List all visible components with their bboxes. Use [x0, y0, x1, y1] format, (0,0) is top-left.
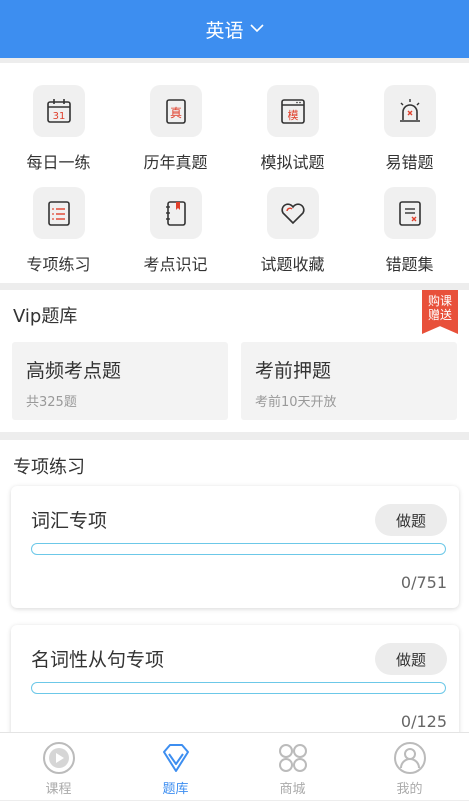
- grid-item-label: 试题收藏: [260, 255, 325, 274]
- progress-count: 0/751: [400, 573, 447, 592]
- progress-count: 0/125: [400, 712, 447, 731]
- grid-item-key-points[interactable]: 考点识记: [117, 187, 234, 275]
- promo-ribbon[interactable]: 购课 赠送: [422, 290, 458, 334]
- tab-question-bank[interactable]: 题库: [117, 733, 234, 801]
- user-icon: [390, 739, 430, 777]
- ribbon-line: 购课: [427, 294, 452, 308]
- practice-name: 词汇专项: [31, 510, 108, 532]
- vip-card-pre-exam[interactable]: 考前押题 考前10天开放: [241, 342, 457, 420]
- grid-circles-icon: [273, 739, 313, 777]
- grid-item-past-exams[interactable]: 真 历年真题: [117, 85, 234, 173]
- vip-card-subtitle: 考前10天开放: [255, 395, 337, 410]
- grid-item-special-practice[interactable]: 专项练习: [0, 187, 117, 275]
- tab-label: 商城: [279, 782, 306, 797]
- header: 英语: [0, 0, 469, 58]
- chevron-down-icon[interactable]: [249, 21, 264, 37]
- section-title: 专项练习: [13, 457, 85, 478]
- ribbon-line: 赠送: [427, 308, 452, 322]
- tab-courses[interactable]: 课程: [0, 733, 117, 801]
- grid-item-mock-exams[interactable]: 模 模拟试题: [234, 85, 351, 173]
- practice-name: 名词性从句专项: [31, 649, 165, 671]
- tab-label: 我的: [396, 782, 423, 797]
- notebook-icon: [149, 187, 202, 239]
- do-questions-button[interactable]: 做题: [375, 504, 447, 536]
- practice-card: 名词性从句专项 做题 0/125: [11, 625, 459, 732]
- bottom-tab-bar: 课程 题库 商城 我的: [0, 732, 469, 800]
- section-title: Vip题库: [13, 306, 78, 327]
- practice-card: 词汇专项 做题 0/751: [11, 486, 459, 608]
- vip-card-title: 考前押题: [255, 360, 332, 382]
- grid-item-label: 专项练习: [26, 255, 91, 274]
- vip-card-high-frequency[interactable]: 高频考点题 共325题: [12, 342, 228, 420]
- grid-item-label: 每日一练: [26, 153, 91, 172]
- function-grid: 31 每日一练 真 历年真题 模 模拟试题 易错题 专项练习 考点识记 试题收藏…: [0, 63, 469, 283]
- diamond-icon: [156, 739, 196, 777]
- alarm-icon: [383, 85, 436, 137]
- tab-label: 题库: [162, 782, 189, 797]
- mock-exam-icon: 模: [266, 85, 319, 137]
- tab-mine[interactable]: 我的: [351, 733, 468, 801]
- play-circle-icon: [39, 739, 79, 777]
- vip-card-title: 高频考点题: [26, 360, 122, 382]
- wrong-doc-icon: [383, 187, 436, 239]
- tab-store[interactable]: 商城: [234, 733, 351, 801]
- grid-item-label: 模拟试题: [260, 153, 325, 172]
- grid-item-label: 考点识记: [143, 255, 208, 274]
- svg-text:真: 真: [169, 106, 181, 120]
- calendar-icon: 31: [32, 85, 85, 137]
- subject-selector[interactable]: 英语: [205, 16, 243, 43]
- grid-item-label: 历年真题: [143, 153, 208, 172]
- svg-text:模: 模: [287, 109, 298, 122]
- svg-text:31: 31: [52, 111, 65, 122]
- progress-bar: [31, 682, 446, 694]
- grid-item-label: 错题集: [385, 255, 434, 274]
- exam-paper-icon: 真: [149, 85, 202, 137]
- grid-item-error-prone[interactable]: 易错题: [351, 85, 468, 173]
- vip-section: Vip题库 购课 赠送 高频考点题 共325题 考前押题 考前10天开放: [0, 290, 469, 432]
- list-doc-icon: [32, 187, 85, 239]
- grid-item-favorites[interactable]: 试题收藏: [234, 187, 351, 275]
- tab-label: 课程: [45, 782, 72, 797]
- heart-icon: [266, 187, 319, 239]
- do-questions-button[interactable]: 做题: [375, 643, 447, 675]
- grid-item-daily-practice[interactable]: 31 每日一练: [0, 85, 117, 173]
- grid-item-label: 易错题: [385, 153, 434, 172]
- vip-card-subtitle: 共325题: [26, 395, 77, 410]
- grid-item-wrong-set[interactable]: 错题集: [351, 187, 468, 275]
- practice-section: 专项练习 词汇专项 做题 0/751 名词性从句专项 做题 0/125: [0, 440, 469, 732]
- progress-bar: [31, 543, 446, 555]
